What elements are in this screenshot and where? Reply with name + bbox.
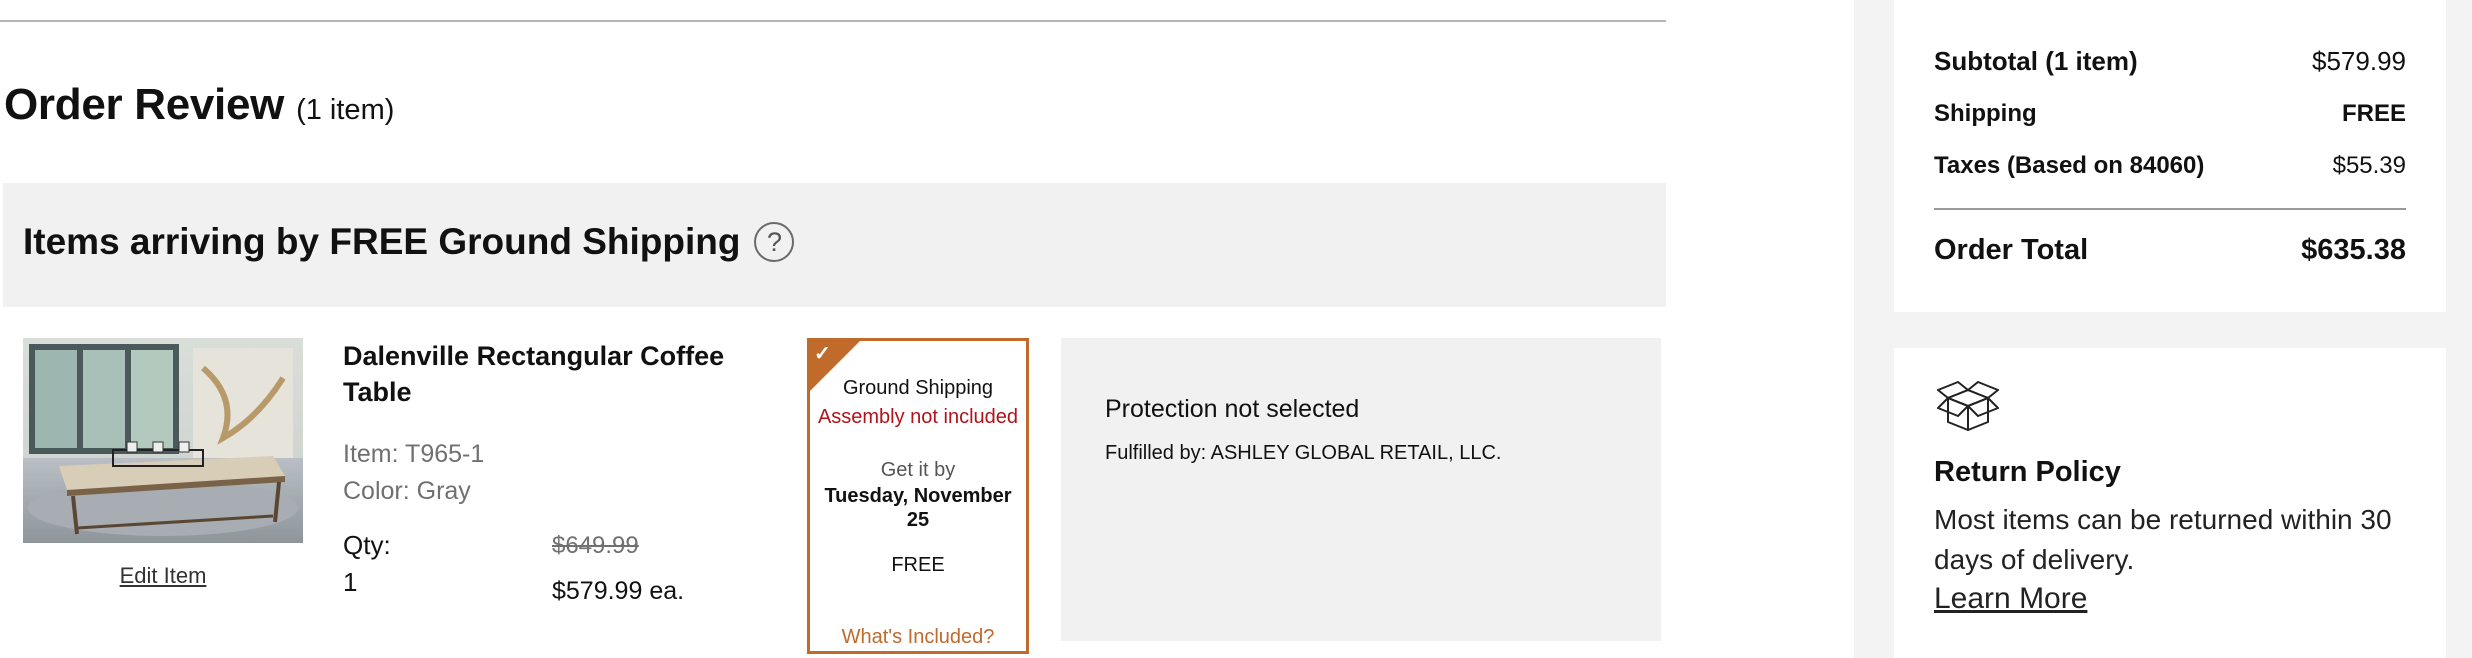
coffee-table-image: [23, 338, 303, 543]
quantity-label: Qty:: [343, 530, 391, 560]
shipping-group-header: Items arriving by FREE Ground Shipping ?: [3, 183, 1666, 307]
order-total-value: $635.38: [2301, 234, 2406, 266]
taxes-row: Taxes (Based on 84060) $55.39: [1934, 152, 2406, 180]
ground-shipping-option[interactable]: ✓ Ground Shipping Assembly not included …: [807, 338, 1029, 654]
protection-status: Protection not selected: [1105, 395, 1360, 423]
taxes-value: $55.39: [2332, 152, 2406, 179]
subtotal-value: $579.99: [2312, 46, 2406, 76]
fulfilled-by: Fulfilled by: ASHLEY GLOBAL RETAIL, LLC.: [1105, 442, 1502, 464]
product-image[interactable]: [23, 338, 303, 543]
return-policy-description: Most items can be returned within 30 day…: [1934, 504, 2392, 575]
delivery-date: Tuesday, November 25: [824, 485, 1012, 531]
assembly-notice: Assembly not included: [817, 406, 1019, 428]
shipping-cost: FREE: [891, 554, 945, 576]
item-count: (1 item): [296, 94, 395, 126]
product-name[interactable]: Dalenville Rectangular Coffee Table: [343, 338, 763, 410]
order-summary: Subtotal (1 item) $579.99 Shipping FREE …: [1894, 0, 2446, 312]
return-policy-card: Return Policy Most items can be returned…: [1894, 348, 2446, 658]
subtotal-row: Subtotal (1 item) $579.99: [1934, 46, 2406, 77]
sale-price: $579.99 ea.: [552, 577, 685, 605]
item-number: Item: T965-1: [343, 440, 485, 468]
return-policy-title: Return Policy: [1934, 456, 2121, 488]
whats-included-link[interactable]: What's Included?: [810, 626, 1026, 649]
top-divider: [0, 20, 1666, 22]
protection-panel: Protection not selected Fulfilled by: AS…: [1061, 338, 1661, 641]
checkmark-icon: ✓: [814, 343, 831, 365]
shipping-group-title-row: Items arriving by FREE Ground Shipping ?: [23, 221, 795, 263]
subtotal-label: Subtotal (1 item): [1934, 46, 2138, 76]
box-icon: [1937, 381, 1999, 431]
order-total-label: Order Total: [1934, 234, 2089, 266]
get-it-by-label: Get it by: [880, 459, 956, 481]
order-review-header: Order Review (1 item): [4, 80, 394, 130]
question-circle-icon[interactable]: ?: [754, 222, 795, 262]
summary-divider: [1934, 208, 2406, 210]
order-total-row: Order Total $635.38: [1934, 234, 2406, 267]
shipping-value: FREE: [2341, 100, 2406, 127]
product-meta: Item: T965-1 Color: Gray: [343, 436, 484, 510]
quantity-value: 1: [343, 567, 358, 597]
shipping-label: Shipping: [1934, 100, 2037, 127]
edit-item-link[interactable]: Edit Item: [23, 563, 303, 589]
original-price: $649.99: [552, 532, 639, 559]
item-color: Color: Gray: [343, 477, 471, 505]
shipping-group-title: Items arriving by FREE Ground Shipping: [23, 221, 741, 262]
page-title: Order Review: [4, 80, 285, 129]
taxes-label: Taxes (Based on 84060): [1934, 152, 2205, 179]
learn-more-link[interactable]: Learn More: [1934, 582, 2087, 616]
shipping-row: Shipping FREE: [1934, 100, 2406, 128]
